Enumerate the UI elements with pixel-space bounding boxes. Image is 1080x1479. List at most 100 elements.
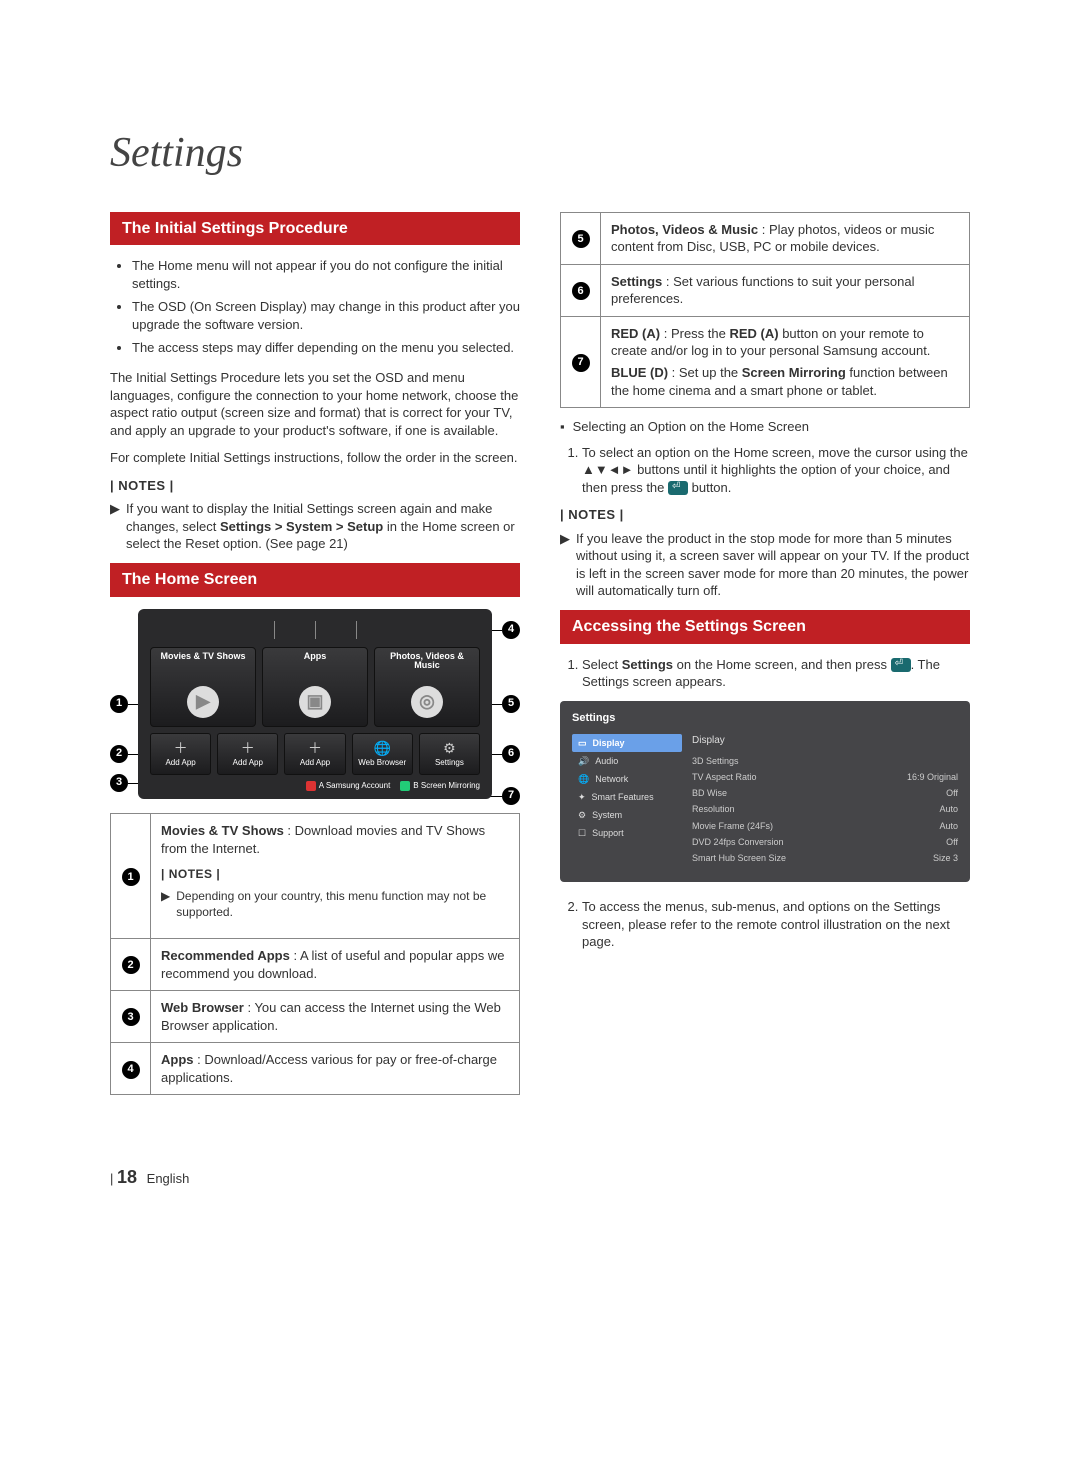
step-2: To access the menus, sub-menus, and opti…	[582, 898, 970, 951]
step-1: Select Settings on the Home screen, and …	[582, 656, 970, 691]
settings-row: BD WiseOff	[692, 785, 958, 801]
display-icon: ▭	[578, 737, 587, 749]
section-accessing-settings: Accessing the Settings Screen	[560, 610, 970, 644]
callout-2: 2	[110, 745, 128, 763]
legend-a: A Samsung Account	[306, 781, 391, 792]
callout-7: 7	[502, 787, 520, 805]
note-text: Depending on your country, this menu fun…	[176, 888, 509, 920]
settings-row: 3D Settings	[692, 753, 958, 769]
plus-icon: ＋	[308, 739, 322, 758]
callout-4: 4	[502, 621, 520, 639]
callout-1: 1	[110, 695, 128, 713]
settings-nav: ▭Display 🔊Audio 🌐Network ✦Smart Features…	[572, 734, 682, 866]
notes-label: | NOTES |	[161, 866, 509, 882]
square-bullet-icon: ▪	[560, 418, 565, 436]
nav-smart-features: ✦Smart Features	[572, 788, 682, 806]
globe-icon: 🌐	[373, 739, 390, 758]
page-number: 18	[117, 1167, 137, 1187]
callout-5: 5	[502, 695, 520, 713]
bullet: The OSD (On Screen Display) may change i…	[132, 298, 520, 333]
network-icon: 🌐	[578, 773, 589, 785]
apps-icon: ▣	[299, 686, 331, 718]
chapter-title: Settings	[110, 125, 970, 182]
select-option-steps: To select an option on the Home screen, …	[560, 444, 970, 497]
nav-system: ⚙System	[572, 806, 682, 824]
plus-icon: ＋	[241, 739, 255, 758]
plus-icon: ＋	[174, 739, 188, 758]
paragraph: The Initial Settings Procedure lets you …	[110, 369, 520, 439]
home-screen-mock: Movies & TV Shows ▶ Apps ▣ Photos, Video…	[138, 609, 492, 800]
initial-settings-bullets: The Home menu will not appear if you do …	[110, 257, 520, 357]
left-column: The Initial Settings Procedure The Home …	[110, 212, 520, 1106]
home-small-addapp: ＋Add App	[217, 733, 278, 775]
table-cell: Recommended Apps : A list of useful and …	[151, 939, 520, 991]
enter-icon	[668, 481, 688, 495]
page-language: English	[147, 1171, 190, 1186]
play-icon: ▶	[187, 686, 219, 718]
home-screen-table-2: 5 Photos, Videos & Music : Play photos, …	[560, 212, 970, 408]
table-cell: Web Browser : You can access the Interne…	[151, 991, 520, 1043]
section-home-screen: The Home Screen	[110, 563, 520, 597]
subheading: Selecting an Option on the Home Screen	[573, 418, 809, 436]
system-icon: ⚙	[578, 809, 586, 821]
accessing-steps: Select Settings on the Home screen, and …	[560, 656, 970, 691]
right-column: 5 Photos, Videos & Music : Play photos, …	[560, 212, 970, 1106]
support-icon: ☐	[578, 827, 586, 839]
home-card-apps: Apps ▣	[262, 647, 368, 727]
settings-row: DVD 24fps ConversionOff	[692, 834, 958, 850]
home-small-settings: ⚙Settings	[419, 733, 480, 775]
num-4: 4	[122, 1061, 140, 1079]
home-screen-table: 1 Movies & TV Shows : Download movies an…	[110, 813, 520, 1095]
note-text: If you leave the product in the stop mod…	[576, 530, 970, 600]
bullet: The access steps may differ depending on…	[132, 339, 520, 357]
note-item: ▶ If you leave the product in the stop m…	[560, 530, 970, 600]
section-initial-settings: The Initial Settings Procedure	[110, 212, 520, 246]
step-1: To select an option on the Home screen, …	[582, 444, 970, 497]
nav-support: ☐Support	[572, 824, 682, 842]
settings-screen-mock: Settings ▭Display 🔊Audio 🌐Network ✦Smart…	[560, 701, 970, 882]
table-cell: Apps : Download/Access various for pay o…	[151, 1043, 520, 1095]
num-6: 6	[572, 282, 590, 300]
table-cell: RED (A) : Press the RED (A) button on yo…	[601, 316, 970, 407]
arrow-icon: ▶	[161, 888, 170, 920]
table-cell: Photos, Videos & Music : Play photos, vi…	[601, 212, 970, 264]
callout-3: 3	[110, 774, 128, 792]
settings-title: Settings	[572, 711, 958, 726]
paragraph: For complete Initial Settings instructio…	[110, 449, 520, 467]
home-small-webbrowser: 🌐Web Browser	[352, 733, 413, 775]
nav-network: 🌐Network	[572, 770, 682, 788]
table-cell: Settings : Set various functions to suit…	[601, 264, 970, 316]
gear-icon: ⚙	[443, 739, 456, 758]
nav-audio: 🔊Audio	[572, 752, 682, 770]
settings-main: Display 3D Settings TV Aspect Ratio16:9 …	[692, 734, 958, 866]
settings-row: TV Aspect Ratio16:9 Original	[692, 769, 958, 785]
smart-icon: ✦	[578, 791, 586, 803]
panel-title: Display	[692, 734, 958, 748]
camera-icon: ◎	[411, 686, 443, 718]
enter-icon	[891, 658, 911, 672]
arrow-icon: ▶	[560, 530, 570, 600]
page-footer: | 18 English	[110, 1165, 970, 1189]
settings-row: Smart Hub Screen SizeSize 3	[692, 850, 958, 866]
nav-display: ▭Display	[572, 734, 682, 752]
home-small-addapp: ＋Add App	[150, 733, 211, 775]
callout-6: 6	[502, 745, 520, 763]
num-3: 3	[122, 1008, 140, 1026]
settings-row: Movie Frame (24Fs)Auto	[692, 818, 958, 834]
table-cell: Movies & TV Shows : Download movies and …	[151, 814, 520, 939]
num-7: 7	[572, 354, 590, 372]
home-card-media: Photos, Videos & Music ◎	[374, 647, 480, 727]
legend-b: B Screen Mirroring	[400, 781, 480, 792]
arrow-icon: ▶	[110, 500, 120, 553]
home-small-addapp: ＋Add App	[284, 733, 345, 775]
notes-label: | NOTES |	[110, 477, 520, 495]
accessing-steps-2: To access the menus, sub-menus, and opti…	[560, 898, 970, 951]
num-5: 5	[572, 230, 590, 248]
audio-icon: 🔊	[578, 755, 589, 767]
settings-row: ResolutionAuto	[692, 801, 958, 817]
note-text: If you want to display the Initial Setti…	[126, 500, 520, 553]
notes-label: | NOTES |	[560, 506, 970, 524]
num-1: 1	[122, 868, 140, 886]
note-item: ▶ If you want to display the Initial Set…	[110, 500, 520, 553]
home-card-movies: Movies & TV Shows ▶	[150, 647, 256, 727]
